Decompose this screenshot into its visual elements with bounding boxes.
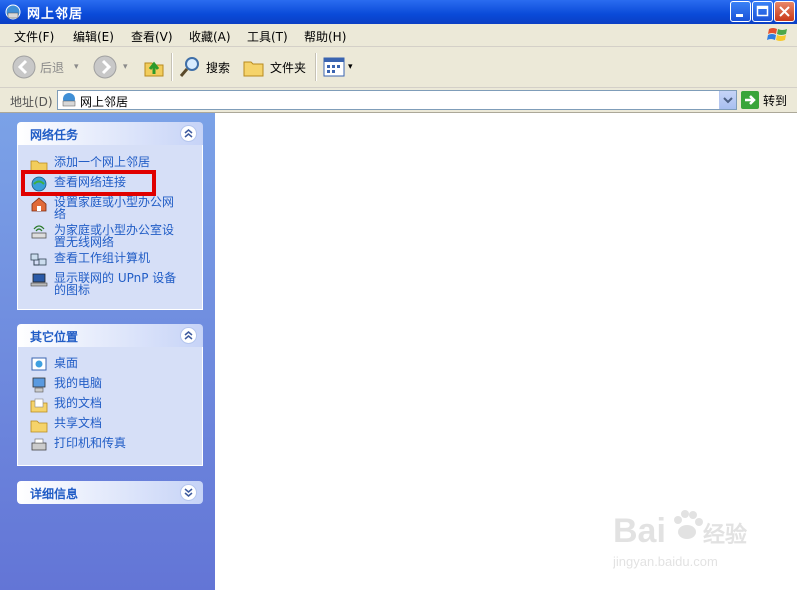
back-button[interactable]: 后退 ▾ bbox=[12, 55, 79, 79]
up-folder-button[interactable] bbox=[142, 55, 166, 79]
views-icon bbox=[323, 57, 345, 77]
expand-chevron-icon[interactable] bbox=[180, 484, 197, 501]
details-header[interactable]: 详细信息 bbox=[17, 481, 203, 504]
task-setup-wireless-network[interactable]: 为家庭或小型办公室设置无线网络 bbox=[30, 224, 182, 248]
title-bar: 网上邻居 bbox=[0, 0, 797, 24]
place-printers-fax[interactable]: 打印机和传真 bbox=[30, 437, 182, 453]
other-places-panel: 其它位置 桌面 我的电脑 我的文档 共享文档 打印机和传真 bbox=[17, 324, 203, 466]
upnp-device-icon bbox=[30, 273, 48, 287]
place-my-computer[interactable]: 我的电脑 bbox=[30, 377, 182, 393]
svg-text:Bai: Bai bbox=[613, 512, 666, 550]
place-shared-documents[interactable]: 共享文档 bbox=[30, 417, 182, 433]
baidu-jingyan-watermark: Bai 经验 jingyan.baidu.com bbox=[613, 510, 747, 569]
other-places-body: 桌面 我的电脑 我的文档 共享文档 打印机和传真 bbox=[17, 347, 203, 466]
search-label: 搜索 bbox=[206, 60, 231, 75]
other-places-title: 其它位置 bbox=[30, 330, 79, 344]
other-places-header[interactable]: 其它位置 bbox=[17, 324, 203, 347]
collapse-chevron-icon[interactable] bbox=[180, 327, 197, 344]
maximize-button[interactable] bbox=[752, 1, 773, 22]
task-setup-home-network[interactable]: 设置家庭或小型办公网络 bbox=[30, 196, 182, 220]
menu-bar: 文件(F) 编辑(E) 查看(V) 收藏(A) 工具(T) 帮助(H) bbox=[0, 24, 797, 47]
close-button[interactable] bbox=[774, 1, 795, 22]
minimize-button[interactable] bbox=[730, 1, 751, 22]
window-title: 网上邻居 bbox=[27, 7, 84, 22]
folders-button[interactable]: 文件夹 bbox=[242, 55, 306, 79]
task-view-workgroup-computers[interactable]: 查看工作组计算机 bbox=[30, 252, 182, 268]
menu-tools[interactable]: 工具(T) bbox=[247, 28, 288, 45]
shared-documents-icon bbox=[30, 420, 48, 433]
address-label: 地址(D) bbox=[10, 95, 53, 109]
network-tasks-header[interactable]: 网络任务 bbox=[17, 122, 203, 145]
svg-text:经验: 经验 bbox=[703, 522, 747, 547]
home-network-icon bbox=[31, 197, 47, 212]
back-label: 后退 bbox=[40, 60, 65, 75]
address-value: 网上邻居 bbox=[80, 95, 129, 109]
red-highlight-box bbox=[21, 170, 156, 196]
address-input[interactable]: 网上邻居 bbox=[57, 90, 737, 110]
details-panel: 详细信息 bbox=[17, 481, 203, 504]
search-button[interactable]: 搜索 bbox=[178, 55, 230, 79]
desktop-icon bbox=[31, 357, 47, 371]
menu-help[interactable]: 帮助(H) bbox=[304, 28, 346, 45]
printers-fax-icon bbox=[31, 438, 47, 451]
workgroup-computers-icon bbox=[30, 253, 47, 266]
views-dropdown-icon[interactable]: ▾ bbox=[348, 62, 353, 72]
folder-icon bbox=[243, 61, 264, 77]
network-places-icon bbox=[5, 4, 21, 20]
windows-logo-icon bbox=[767, 28, 787, 41]
task-show-upnp-devices[interactable]: 显示联网的 UPnP 设备的图标 bbox=[30, 272, 182, 296]
network-tasks-panel: 网络任务 添加一个网上邻居 查看网络连接 设置家庭或小型办公网络 为家庭或小型办… bbox=[17, 122, 203, 310]
menu-file[interactable]: 文件(F) bbox=[14, 28, 54, 45]
menu-favorites[interactable]: 收藏(A) bbox=[189, 28, 231, 45]
details-title: 详细信息 bbox=[30, 487, 79, 501]
up-folder-icon bbox=[144, 61, 164, 77]
go-button[interactable]: 转到 bbox=[741, 91, 787, 109]
forward-dropdown-icon[interactable]: ▾ bbox=[123, 62, 128, 72]
chevron-down-icon bbox=[723, 97, 733, 104]
place-my-documents[interactable]: 我的文档 bbox=[30, 397, 182, 413]
address-dropdown-button[interactable] bbox=[719, 91, 736, 109]
my-documents-icon bbox=[30, 398, 48, 413]
go-arrow-icon bbox=[741, 91, 759, 109]
network-tasks-title: 网络任务 bbox=[30, 128, 79, 142]
forward-arrow-icon bbox=[93, 55, 117, 79]
search-icon bbox=[179, 57, 199, 77]
back-arrow-icon bbox=[12, 55, 36, 79]
address-bar: 地址(D) 网上邻居 转到 bbox=[0, 88, 797, 113]
network-places-icon bbox=[62, 93, 76, 107]
collapse-chevron-icon[interactable] bbox=[180, 125, 197, 142]
forward-button[interactable]: ▾ bbox=[93, 55, 128, 79]
menu-edit[interactable]: 编辑(E) bbox=[73, 28, 114, 45]
go-label: 转到 bbox=[763, 93, 788, 108]
back-dropdown-icon[interactable]: ▾ bbox=[74, 62, 79, 72]
svg-text:jingyan.baidu.com: jingyan.baidu.com bbox=[613, 554, 718, 569]
wireless-network-icon bbox=[31, 225, 47, 239]
menu-view[interactable]: 查看(V) bbox=[131, 28, 173, 45]
views-button[interactable]: ▾ bbox=[322, 55, 353, 79]
my-computer-icon bbox=[32, 377, 46, 393]
toolbar: 后退 ▾ ▾ 搜索 文件夹 ▾ bbox=[0, 47, 797, 88]
place-desktop[interactable]: 桌面 bbox=[30, 357, 182, 373]
folders-label: 文件夹 bbox=[270, 60, 307, 75]
